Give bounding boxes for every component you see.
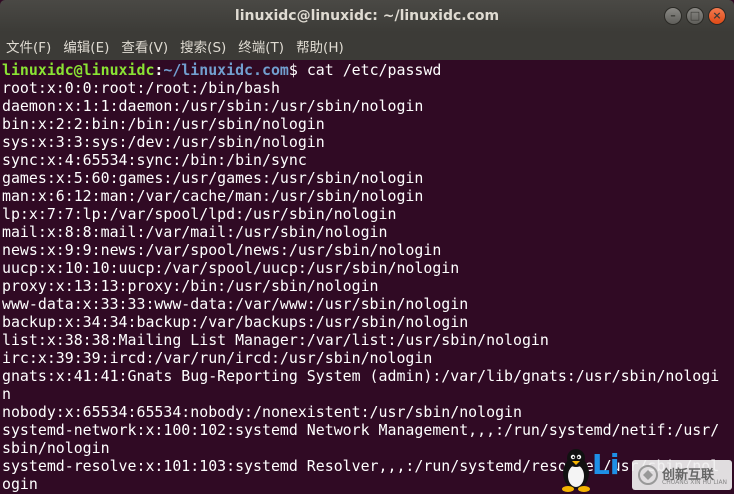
brand-logo-icon [638,465,658,485]
maximize-button[interactable]: □ [686,7,704,25]
terminal-window: linuxidc@linuxidc: ~/linuxidc.com – □ × … [0,0,734,494]
output-line: irc:x:39:39:ircd:/var/run/ircd:/usr/sbin… [2,349,433,367]
watermark-badge-subtext: CHUANG XIN HU LIAN [662,479,728,486]
output-line: n [2,385,11,403]
output-line: root:x:0:0:root:/root:/bin/bash [2,79,280,97]
output-line: sync:x:4:65534:sync:/bin:/bin/sync [2,151,307,169]
menu-edit[interactable]: 编辑(E) [63,36,109,56]
close-button[interactable]: × [708,7,726,25]
prompt-symbol: $ [288,61,307,79]
output-line: daemon:x:1:1:daemon:/usr/sbin:/usr/sbin/… [2,97,424,115]
menu-bar: 文件(F) 编辑(E) 查看(V) 搜索(S) 终端(T) 帮助(H) [0,32,734,60]
output-line: bin:x:2:2:bin:/bin:/usr/sbin/nologin [2,115,325,133]
output-line: lp:x:7:7:lp:/var/spool/lpd:/usr/sbin/nol… [2,205,397,223]
output-line: backup:x:34:34:backup:/var/backups:/usr/… [2,313,469,331]
output-line: proxy:x:13:13:proxy:/bin:/usr/sbin/nolog… [2,277,379,295]
watermark: Li 创新互联 CHUANG XIN HU LIAN [556,444,734,494]
prompt-line: linuxidc@linuxidc:~/linuxidc.com$ cat /e… [2,61,734,79]
terminal-output: root:x:0:0:root:/root:/bin/bash daemon:x:… [2,79,734,493]
terminal-area[interactable]: linuxidc@linuxidc:~/linuxidc.com$ cat /e… [0,61,734,494]
output-line: gnats:x:41:41:Gnats Bug-Reporting System… [2,367,720,385]
prompt-user-host: linuxidc@linuxidc [2,61,155,79]
menu-view[interactable]: 查看(V) [121,36,168,56]
watermark-logo-text: Li [592,448,620,481]
output-line: mail:x:8:8:mail:/var/mail:/usr/sbin/nolo… [2,223,388,241]
output-line: news:x:9:9:news:/var/spool/news:/usr/sbi… [2,241,442,259]
output-line: nobody:x:65534:65534:nobody:/nonexistent… [2,403,522,421]
output-line: sys:x:3:3:sys:/dev:/usr/sbin/nologin [2,133,325,151]
output-line: man:x:6:12:man:/var/cache/man:/usr/sbin/… [2,187,424,205]
prompt-command: cat /etc/passwd [306,61,442,79]
menu-help[interactable]: 帮助(H) [296,36,344,56]
output-line: list:x:38:38:Mailing List Manager:/var/l… [2,331,549,349]
output-line: www-data:x:33:33:www-data:/var/www:/usr/… [2,295,469,313]
output-line: uucp:x:10:10:uucp:/var/spool/uucp:/usr/s… [2,259,460,277]
output-line: systemd-network:x:100:102:systemd Networ… [2,421,720,439]
menu-terminal[interactable]: 终端(T) [238,36,284,56]
prompt-path: ~/linuxidc.com [163,61,289,79]
output-line: games:x:5:60:games:/usr/games:/usr/sbin/… [2,169,424,187]
title-bar[interactable]: linuxidc@linuxidc: ~/linuxidc.com – □ × [0,0,734,32]
window-title: linuxidc@linuxidc: ~/linuxidc.com [234,8,500,24]
window-controls: – □ × [664,7,726,25]
menu-file[interactable]: 文件(F) [6,36,51,56]
watermark-badge: 创新互联 CHUANG XIN HU LIAN [632,460,732,490]
penguin-icon [562,449,590,492]
minimize-button[interactable]: – [664,7,682,25]
menu-search[interactable]: 搜索(S) [180,36,226,56]
